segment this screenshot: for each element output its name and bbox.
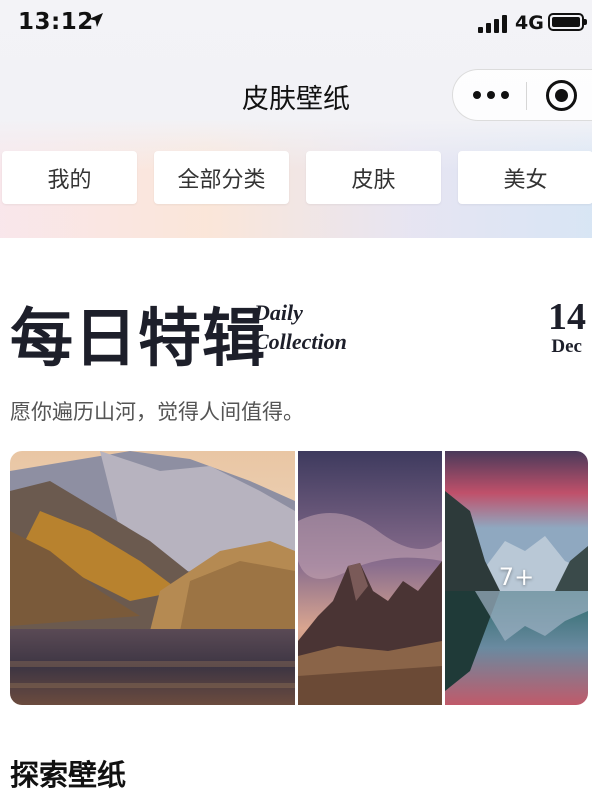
date-day: 14 [548, 296, 586, 338]
wallpaper-sunset-peak[interactable] [298, 451, 442, 705]
status-time: 13:12 [18, 9, 94, 35]
tab-mine[interactable]: 我的 [2, 151, 137, 204]
daily-title-en: Daily Collection [254, 298, 347, 356]
more-count-badge: 7+ [498, 563, 535, 591]
daily-gallery: 7+ [10, 451, 588, 705]
tab-beauty[interactable]: 美女 [458, 151, 592, 204]
more-dots-icon[interactable] [473, 85, 513, 105]
tab-skins[interactable]: 皮肤 [306, 151, 441, 204]
capsule-divider [526, 82, 527, 110]
status-bar: 13:12 4G [0, 0, 592, 50]
network-type: 4G [515, 12, 544, 34]
wallpaper-lake-reflection[interactable]: 7+ [445, 451, 588, 705]
tab-all-categories[interactable]: 全部分类 [154, 151, 289, 204]
battery-icon [548, 13, 587, 31]
wallpaper-lake-mountains[interactable] [10, 451, 295, 705]
daily-title-cn: 每日特辑 [10, 301, 266, 375]
daily-title-en-line1: Daily [254, 300, 303, 325]
mini-program-capsule [452, 69, 592, 121]
date-month: Dec [551, 336, 582, 357]
signal-bars-icon [478, 15, 508, 37]
explore-section-title: 探索壁纸 [10, 758, 127, 792]
daily-quote: 愿你遍历山河，觉得人间值得。 [10, 400, 304, 424]
location-arrow-icon [88, 12, 104, 32]
close-target-icon[interactable] [546, 80, 577, 111]
daily-title-en-line2: Collection [254, 329, 347, 354]
